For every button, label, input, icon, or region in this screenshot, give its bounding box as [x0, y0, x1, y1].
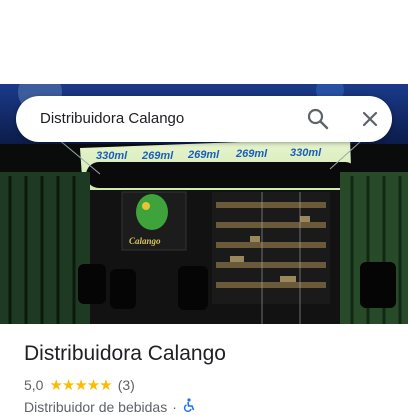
rating-value: 5,0	[24, 377, 44, 393]
category-row: Distribuidor de bebidas ·	[24, 398, 196, 415]
banner-price: 330ml	[290, 147, 322, 159]
banner-price: 269ml	[187, 149, 220, 161]
search-icon[interactable]	[304, 105, 332, 133]
search-bar[interactable]: Distribuidora Calango	[16, 96, 392, 142]
rating-row[interactable]: 5,0 ★★★★★ (3)	[24, 376, 135, 394]
separator: ·	[172, 398, 177, 415]
banner-price: 269ml	[141, 150, 174, 162]
banner-price: 330ml	[96, 150, 128, 162]
place-title: Distribuidora Calango	[24, 342, 226, 365]
place-category: Distribuidor de bebidas	[24, 398, 168, 415]
place-info-panel: Distribuidora Calango 5,0 ★★★★★ (3) Dist…	[0, 324, 408, 415]
close-icon[interactable]	[356, 105, 384, 133]
wheelchair-icon	[182, 398, 196, 415]
search-input[interactable]: Distribuidora Calango	[40, 110, 184, 127]
banner-price: 269ml	[235, 148, 268, 160]
star-rating: ★★★★★	[49, 377, 112, 394]
review-count[interactable]: (3)	[118, 377, 135, 393]
photo-sign-text: Calango	[129, 236, 161, 246]
